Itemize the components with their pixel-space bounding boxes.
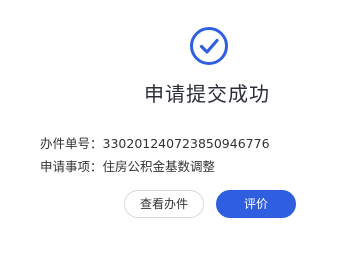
matter-label: 申请事项：: [40, 159, 103, 174]
case-number-row: 办件单号：330201240723850946776: [40, 135, 270, 153]
case-number-value: 330201240723850946776: [102, 136, 270, 151]
matter-row: 申请事项：住房公积金基数调整: [40, 158, 215, 176]
result-page: 申请提交成功 办件单号：330201240723850946776 申请事项：住…: [0, 0, 354, 259]
matter-value: 住房公积金基数调整: [102, 159, 216, 174]
rate-button[interactable]: 评价: [216, 190, 296, 218]
case-number-label: 办件单号：: [40, 136, 103, 151]
view-case-button[interactable]: 查看办件: [124, 190, 204, 218]
success-title: 申请提交成功: [144, 82, 270, 106]
check-circle-icon: [190, 27, 228, 65]
